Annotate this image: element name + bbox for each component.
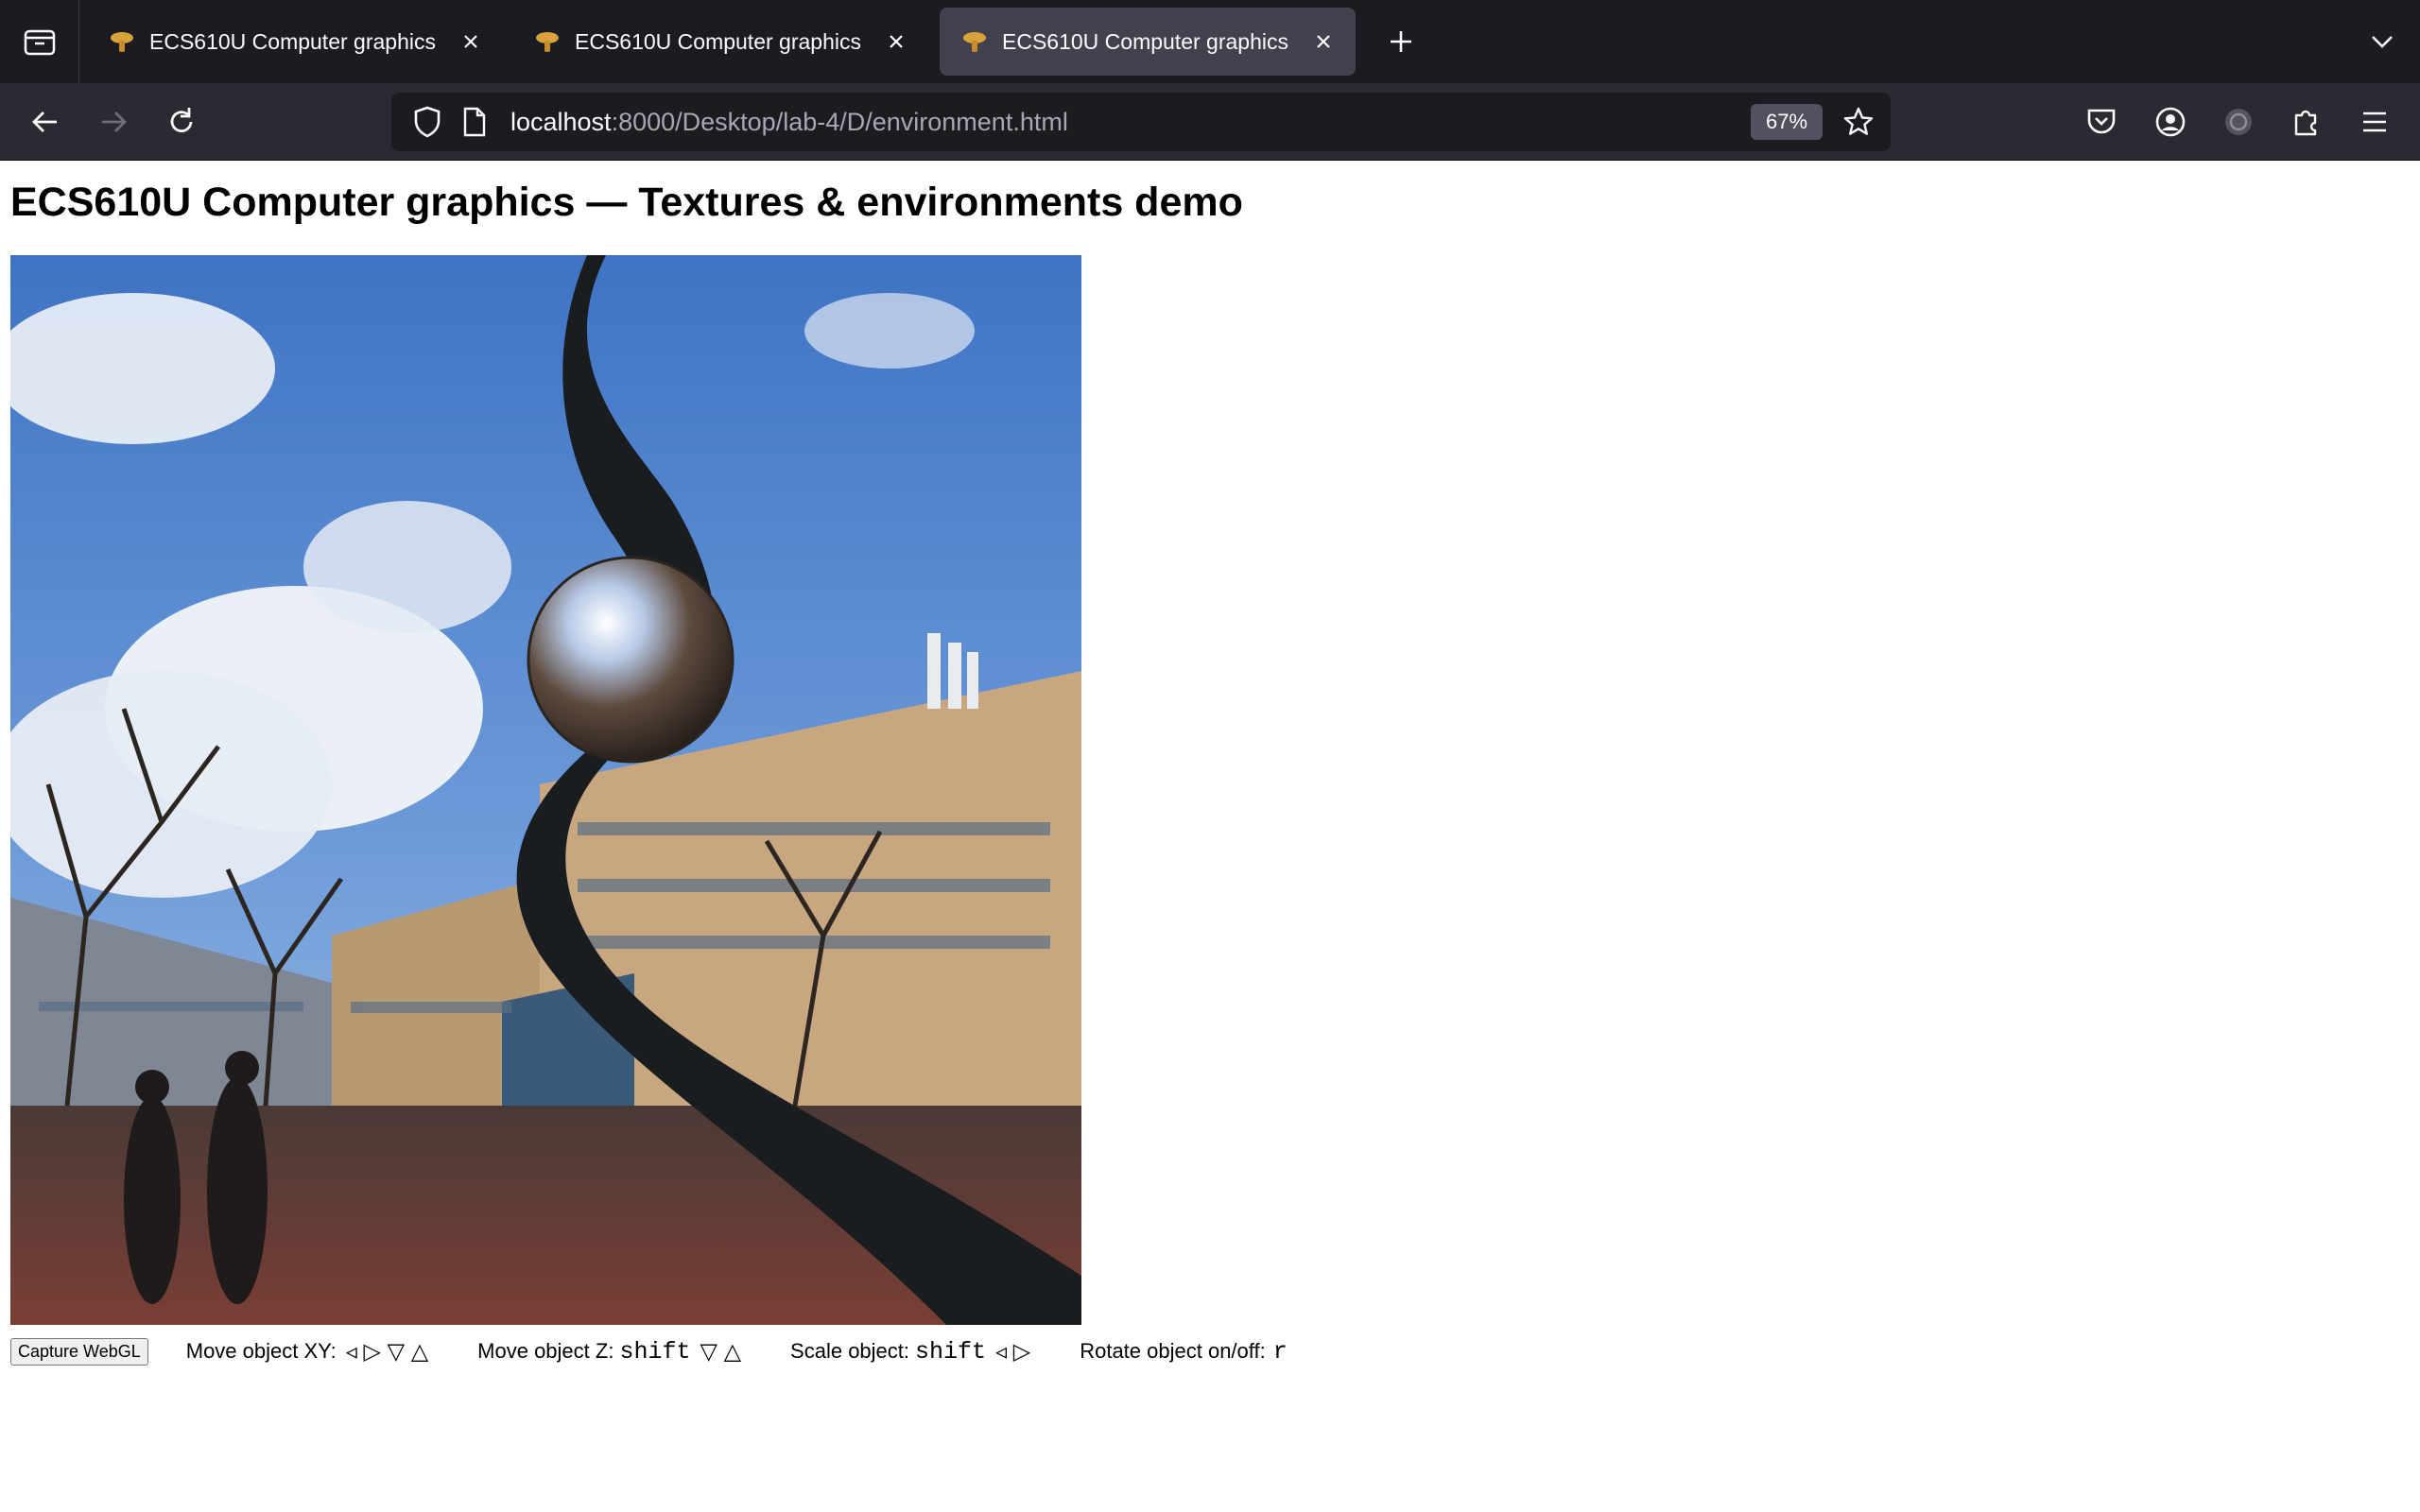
- scale-help: Scale object: shift ◃ ▷: [790, 1338, 1030, 1366]
- new-tab-button[interactable]: [1380, 21, 1422, 62]
- list-all-tabs-button[interactable]: [2361, 21, 2403, 62]
- capture-webgl-button[interactable]: Capture WebGL: [10, 1337, 148, 1366]
- move-z-help: Move object Z: shift ▽ △: [477, 1338, 741, 1366]
- scale-shift-key: shift: [915, 1337, 987, 1366]
- scale-label: Scale object:: [790, 1339, 910, 1363]
- reload-icon: [170, 108, 193, 133]
- url-host: localhost: [510, 108, 612, 136]
- rotate-label: Rotate object on/off:: [1080, 1339, 1266, 1363]
- scale-arrows: ◃ ▷: [995, 1338, 1031, 1365]
- url-text[interactable]: localhost:8000/Desktop/lab-4/D/environme…: [510, 93, 1068, 151]
- shield-icon[interactable]: [410, 105, 444, 139]
- account-icon: [2155, 107, 2186, 137]
- page-icon[interactable]: [458, 105, 492, 139]
- chevron-down-icon: [2372, 36, 2393, 48]
- favicon-icon: [963, 32, 986, 52]
- arrow-left-icon: [32, 112, 57, 132]
- browser-tab-3-active[interactable]: ECS610U Computer graphics: [940, 8, 1356, 76]
- move-xy-help: Move object XY: ◃ ▷ ▽ △: [186, 1338, 428, 1366]
- pocket-icon: [2087, 109, 2116, 134]
- app-menu-button[interactable]: [2352, 99, 2397, 145]
- move-z-label: Move object Z:: [477, 1339, 614, 1363]
- bookmark-star-icon[interactable]: [1841, 105, 1876, 139]
- extension-badge-icon: [2225, 109, 2252, 135]
- close-tab-icon[interactable]: [454, 25, 488, 59]
- pocket-button[interactable]: [2079, 99, 2124, 145]
- extension-button[interactable]: [2216, 99, 2261, 145]
- account-button[interactable]: [2148, 99, 2193, 145]
- close-tab-icon[interactable]: [879, 25, 913, 59]
- zoom-level-badge[interactable]: 67%: [1751, 104, 1823, 140]
- puzzle-icon: [2294, 110, 2317, 136]
- webgl-canvas[interactable]: [10, 255, 1081, 1325]
- address-bar[interactable]: localhost:8000/Desktop/lab-4/D/environme…: [391, 93, 1891, 151]
- controls-bar: Capture WebGL Move object XY: ◃ ▷ ▽ △ Mo…: [10, 1332, 1288, 1370]
- url-path: :8000/Desktop/lab-4/D/environment.html: [611, 108, 1068, 136]
- plus-icon: [1391, 31, 1411, 52]
- browser-tab-1[interactable]: ECS610U Computer graphics: [87, 8, 503, 76]
- move-xy-keys: ◃ ▷ ▽ △: [345, 1338, 429, 1365]
- tab-title: ECS610U Computer graphics: [1002, 28, 1288, 54]
- navigation-toolbar: localhost:8000/Desktop/lab-4/D/environme…: [0, 83, 2420, 161]
- reload-button[interactable]: [159, 99, 204, 145]
- firefox-view-icon: [24, 29, 55, 56]
- tab-title: ECS610U Computer graphics: [575, 28, 861, 54]
- firefox-view-button[interactable]: [0, 0, 79, 83]
- move-z-arrows: ▽ △: [700, 1338, 742, 1365]
- move-xy-label: Move object XY:: [185, 1339, 337, 1363]
- rotate-key: r: [1272, 1337, 1288, 1366]
- move-z-shift-key: shift: [619, 1337, 691, 1366]
- favicon-icon: [111, 32, 133, 52]
- tab-title: ECS610U Computer graphics: [149, 28, 436, 54]
- arrow-right-icon: [102, 112, 127, 132]
- rotate-help: Rotate object on/off: r: [1080, 1338, 1288, 1366]
- environment-render-image: [10, 255, 1081, 1325]
- close-tab-icon[interactable]: [1306, 25, 1340, 59]
- page-title: ECS610U Computer graphics — Textures & e…: [10, 180, 1243, 225]
- back-button[interactable]: [23, 99, 68, 145]
- hamburger-menu-icon: [2363, 112, 2386, 132]
- favicon-icon: [536, 32, 559, 52]
- tab-bar: ECS610U Computer graphics ECS610U Comput…: [0, 0, 2420, 83]
- browser-tab-2[interactable]: ECS610U Computer graphics: [512, 8, 928, 76]
- forward-button[interactable]: [91, 99, 136, 145]
- extensions-menu-button[interactable]: [2284, 99, 2329, 145]
